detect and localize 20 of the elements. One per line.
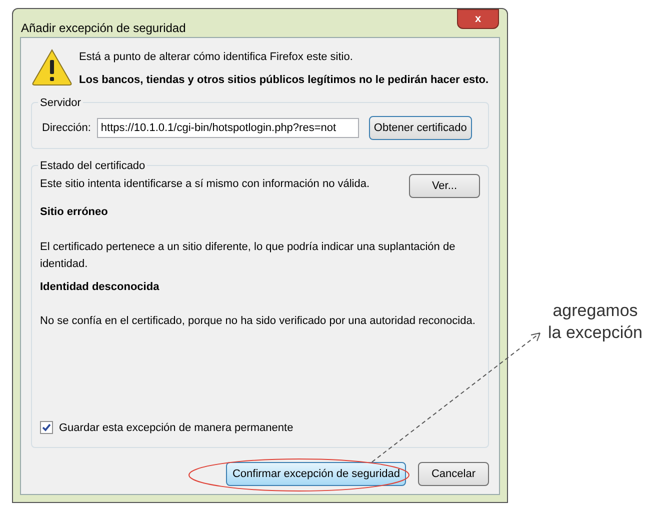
section-heading: Sitio erróneo	[40, 205, 109, 220]
annotation-text: agregamos	[552, 300, 638, 322]
warning-text: Los bancos, tiendas y otros sitios públicos legítimos no le pedirán hacer esto.	[79, 72, 489, 88]
dialog-button[interactable]: Cancelar	[418, 462, 489, 486]
warning-text: Está a punto de alterar cómo identifica Firefox este sitio.	[79, 50, 354, 65]
address-field[interactable]: https://10.1.0.1/cgi-bin/hotspotlogin.php?res=not	[96, 118, 359, 138]
checkbox-label: Guardar esta excepción de manera permanente	[59, 420, 294, 436]
warning-icon	[31, 48, 73, 86]
annotation-text: la excepción	[548, 322, 643, 344]
dialog-button[interactable]: Confirmar excepción de seguridad	[226, 462, 406, 486]
section-heading: Identidad desconocida	[40, 280, 160, 294]
view-button[interactable]: Ver...	[409, 174, 480, 198]
field-label: Dirección:	[42, 120, 91, 136]
checkbox[interactable]	[40, 421, 53, 434]
section-text: No se confía en el certificado, porque no ha sido verificado por una autoridad reconocida.	[40, 314, 476, 329]
get-certificate-button[interactable]: Obtener certificado	[368, 116, 472, 140]
section-text: El certificado pertenece a un sitio diferente, lo que podría indicar una suplantación de identidad.	[40, 240, 456, 272]
status-text: Este sitio intenta identificarse a sí mismo con información no válida.	[40, 177, 370, 192]
window-title: Añadir excepción de seguridad	[21, 20, 186, 37]
close-button[interactable]: x	[457, 9, 499, 29]
